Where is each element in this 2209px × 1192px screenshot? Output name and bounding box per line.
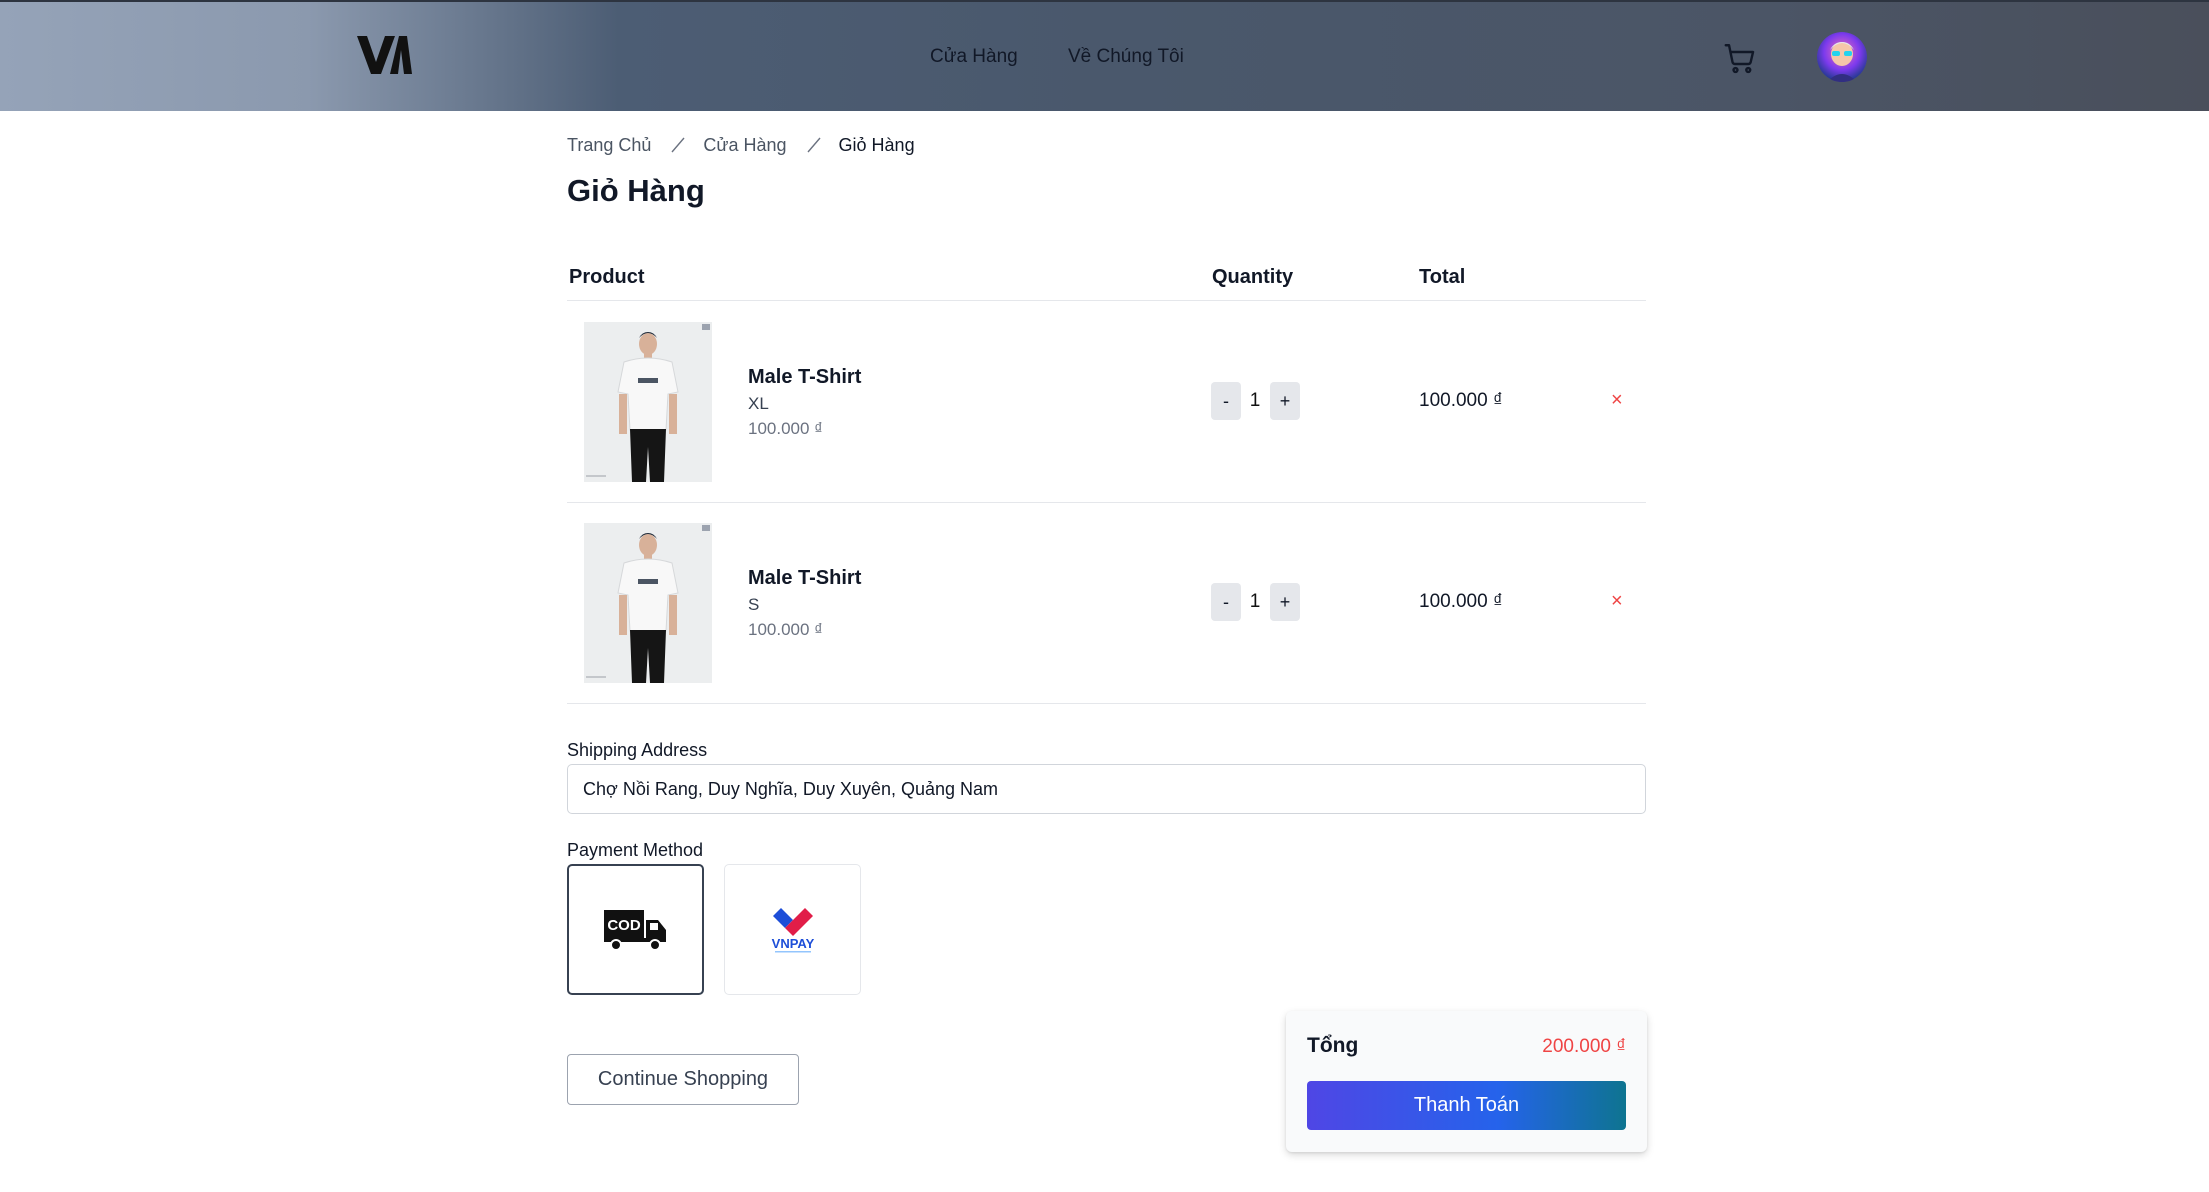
tshirt-model-image — [584, 523, 712, 683]
tshirt-model-image — [584, 322, 712, 482]
product-size: XL — [748, 394, 769, 413]
order-total-label: Tổng — [1307, 1034, 1359, 1057]
user-avatar[interactable] — [1817, 32, 1867, 82]
column-header-quantity: Quantity — [1212, 266, 1294, 288]
quantity-value: 1 — [1249, 591, 1261, 612]
product-size: S — [748, 595, 760, 614]
column-header-product: Product — [569, 266, 645, 288]
cod-truck-icon: COD — [603, 909, 666, 951]
product-name[interactable]: Male T-Shirt — [748, 567, 861, 590]
payment-option-vnpay[interactable]: VNPAY — [724, 864, 861, 995]
column-header-total: Total — [1419, 266, 1466, 288]
product-unit-price: 100.000 ₫ — [748, 620, 823, 639]
line-total: 100.000 ₫ — [1419, 390, 1503, 411]
vnpay-logo-icon: VNPAY — [771, 907, 814, 952]
product-unit-price: 100.000 ₫ — [748, 419, 823, 438]
continue-shopping-button[interactable]: Continue Shopping — [567, 1054, 799, 1105]
shipping-address-input[interactable] — [567, 764, 1646, 814]
cart-icon — [1724, 44, 1755, 74]
remove-item-button[interactable]: × — [1611, 591, 1623, 611]
cart-button[interactable] — [1722, 40, 1758, 76]
breadcrumb-separator-icon — [806, 137, 821, 153]
payment-option-cod[interactable]: COD — [567, 864, 704, 995]
product-image[interactable] — [584, 523, 712, 683]
cart-item-row: Male T-Shirt S 100.000 ₫ - 1 + 100.000 ₫… — [567, 503, 1646, 704]
logo[interactable] — [355, 32, 413, 78]
breadcrumb-home[interactable]: Trang Chủ — [567, 135, 651, 155]
breadcrumb-separator-icon — [671, 137, 685, 153]
quantity-decrease-button[interactable]: - — [1211, 382, 1241, 420]
nav-link-about[interactable]: Về Chúng Tôi — [1068, 46, 1184, 68]
vnpay-logo-text: VNPAY — [771, 936, 814, 951]
breadcrumb-shop[interactable]: Cửa Hàng — [703, 135, 786, 155]
quantity-increase-button[interactable]: + — [1270, 583, 1300, 621]
product-name[interactable]: Male T-Shirt — [748, 366, 861, 389]
page-title: Giỏ Hàng — [567, 173, 705, 208]
quantity-value: 1 — [1249, 390, 1261, 411]
checkout-button[interactable]: Thanh Toán — [1307, 1081, 1626, 1130]
remove-item-button[interactable]: × — [1611, 390, 1623, 410]
breadcrumb: Trang Chủ Cửa Hàng Giỏ Hàng — [567, 134, 915, 156]
avatar-image — [1817, 32, 1867, 82]
order-summary-card: Tổng 200.000 ₫ Thanh Toán — [1286, 1011, 1647, 1152]
quantity-decrease-button[interactable]: - — [1211, 583, 1241, 621]
product-image[interactable] — [584, 322, 712, 482]
cart-item-row: Male T-Shirt XL 100.000 ₫ - 1 + 100.000 … — [567, 302, 1646, 503]
nav-link-shop[interactable]: Cửa Hàng — [930, 46, 1018, 68]
order-total-value: 200.000 ₫ — [1542, 1036, 1626, 1057]
cart-table-header: Product Quantity Total — [567, 256, 1646, 301]
payment-method-label: Payment Method — [567, 840, 704, 860]
shipping-address-label: Shipping Address — [567, 740, 708, 760]
cod-logo-text: COD — [607, 917, 641, 934]
breadcrumb-current: Giỏ Hàng — [838, 134, 915, 155]
line-total: 100.000 ₫ — [1419, 591, 1503, 612]
quantity-increase-button[interactable]: + — [1270, 382, 1300, 420]
top-navbar: Cửa Hàng Về Chúng Tôi — [0, 0, 2209, 111]
